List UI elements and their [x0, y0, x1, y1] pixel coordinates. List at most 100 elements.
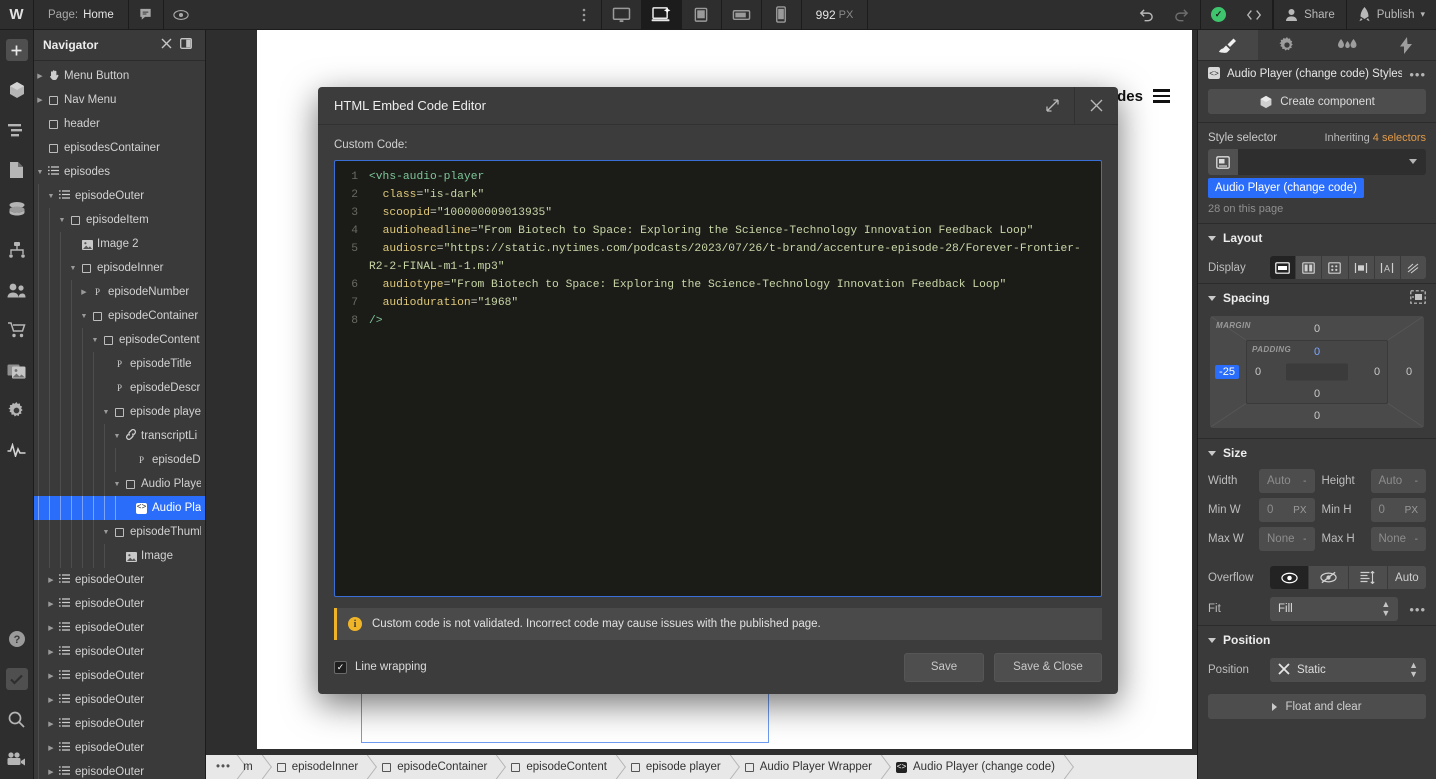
publish-button[interactable]: Publish ▾: [1345, 0, 1436, 29]
display-none-option[interactable]: [1401, 256, 1426, 279]
rail-pages[interactable]: [0, 150, 34, 190]
overflow-auto-option[interactable]: Auto: [1388, 566, 1426, 589]
margin-left-value[interactable]: -25: [1215, 365, 1239, 379]
share-button[interactable]: Share: [1273, 0, 1346, 29]
rail-add-elements[interactable]: [0, 30, 34, 70]
code-brackets-icon[interactable]: [1236, 0, 1272, 29]
comment-icon[interactable]: [129, 0, 164, 29]
navigator-item-episodeouter[interactable]: ▶ episodeOuter: [34, 736, 205, 760]
overflow-scroll-option[interactable]: [1349, 566, 1388, 589]
overflow-visible-option[interactable]: [1270, 566, 1310, 589]
display-block-option[interactable]: [1270, 256, 1297, 279]
rail-ecommerce[interactable]: [0, 310, 34, 350]
navigator-item-nav-menu[interactable]: ▶ Nav Menu: [34, 88, 205, 112]
tab-settings[interactable]: [1258, 30, 1318, 60]
line-wrapping-checkbox[interactable]: ✓ Line wrapping: [334, 660, 894, 674]
more-horizontal-icon[interactable]: •••: [1409, 67, 1426, 82]
breadcrumb-item[interactable]: episodeContainer: [369, 755, 498, 779]
navigator-item-episodedescr[interactable]: PepisodeDescr: [34, 376, 205, 400]
padding-left-value[interactable]: 0: [1255, 366, 1261, 378]
page-selector[interactable]: Page: Home: [34, 0, 129, 29]
undo-icon[interactable]: [1128, 0, 1164, 29]
close-icon[interactable]: [1074, 87, 1118, 124]
device-tablet[interactable]: [682, 0, 722, 29]
display-inline-block-option[interactable]: [1349, 256, 1375, 279]
navigator-item-episodeouter[interactable]: ▶ episodeOuter: [34, 688, 205, 712]
rail-interactions[interactable]: [0, 430, 34, 470]
device-mobile-portrait[interactable]: [762, 0, 802, 29]
create-component-button[interactable]: Create component: [1208, 89, 1426, 114]
more-vertical-icon[interactable]: [568, 0, 602, 29]
tab-style-manager[interactable]: [1317, 30, 1377, 60]
navigator-item-episodenumber[interactable]: ▶ PepisodeNumber: [34, 280, 205, 304]
position-select[interactable]: Static ▲ ▼: [1270, 658, 1426, 682]
width-input[interactable]: Auto -: [1259, 469, 1315, 493]
code-line-text[interactable]: class="is-dark": [369, 186, 1101, 204]
navigator-item-episode-playe[interactable]: ▼ episode playe: [34, 400, 205, 424]
navigator-item-header[interactable]: header: [34, 112, 205, 136]
check-circle-icon[interactable]: ✓: [1201, 0, 1236, 29]
breadcrumb-item[interactable]: Audio Player Wrapper: [732, 755, 883, 779]
maxw-input[interactable]: None -: [1259, 527, 1315, 551]
close-icon[interactable]: [156, 38, 176, 52]
breadcrumb-item[interactable]: episodeContent: [498, 755, 618, 779]
padding-top-value[interactable]: 0: [1314, 346, 1320, 358]
rail-search[interactable]: [0, 699, 34, 739]
section-position[interactable]: Position: [1198, 626, 1436, 654]
rail-logic[interactable]: [0, 230, 34, 270]
section-size[interactable]: Size: [1198, 439, 1436, 467]
minh-input[interactable]: 0 PX: [1370, 498, 1426, 522]
hamburger-icon[interactable]: [1153, 89, 1170, 103]
padding-bottom-value[interactable]: 0: [1314, 388, 1320, 400]
section-spacing[interactable]: Spacing: [1198, 284, 1436, 312]
float-and-clear-toggle[interactable]: Float and clear: [1208, 694, 1426, 719]
device-desktop-base[interactable]: [641, 0, 682, 29]
navigator-item-episodetitle[interactable]: PepisodeTitle: [34, 352, 205, 376]
expand-diagonal-icon[interactable]: [1030, 87, 1074, 124]
rail-settings[interactable]: [0, 390, 34, 430]
breadcrumb-item[interactable]: <> Audio Player (change code): [883, 755, 1066, 779]
breadcrumb-item[interactable]: m: [239, 755, 264, 779]
panel-toggle-icon[interactable]: [176, 38, 196, 52]
code-line-text[interactable]: audioheadline="From Biotech to Space: Ex…: [369, 222, 1101, 240]
rail-audit[interactable]: [0, 659, 34, 699]
display-flex-option[interactable]: [1296, 256, 1323, 279]
navigator-item-episodeouter[interactable]: ▶ episodeOuter: [34, 640, 205, 664]
breadcrumb-item[interactable]: episodeInner: [264, 755, 370, 779]
selector-chip[interactable]: Audio Player (change code): [1208, 178, 1364, 198]
navigator-item-episodethumbn[interactable]: ▼episodeThumbn: [34, 520, 205, 544]
code-line-text[interactable]: audiotype="From Biotech to Space: Explor…: [369, 276, 1101, 294]
more-horizontal-icon[interactable]: •••: [1406, 602, 1426, 617]
margin-top-value[interactable]: 0: [1314, 323, 1320, 335]
fit-select[interactable]: Fill ▲ ▼: [1270, 597, 1399, 621]
padding-right-value[interactable]: 0: [1374, 366, 1380, 378]
redo-icon[interactable]: [1164, 0, 1200, 29]
rail-navigator[interactable]: [0, 110, 34, 150]
navigator-item-episodeitem[interactable]: ▼ episodeItem: [34, 208, 205, 232]
overflow-hidden-option[interactable]: [1309, 566, 1349, 589]
margin-right-value[interactable]: 0: [1406, 366, 1412, 378]
rail-users[interactable]: [0, 270, 34, 310]
rail-help[interactable]: ?: [0, 619, 34, 659]
navigator-item-image-2[interactable]: Image 2: [34, 232, 205, 256]
code-line-text[interactable]: audiosrc="https://static.nytimes.com/pod…: [369, 240, 1101, 276]
device-mobile-landscape[interactable]: [722, 0, 762, 29]
tab-style[interactable]: [1198, 30, 1258, 60]
navigator-item-episodeouter[interactable]: ▼ episodeOuter: [34, 184, 205, 208]
rail-components[interactable]: [0, 70, 34, 110]
maxh-input[interactable]: None -: [1370, 527, 1426, 551]
navigator-item-menu-button[interactable]: ▶ Menu Button: [34, 64, 205, 88]
rail-video[interactable]: [0, 739, 34, 779]
navigator-item-episodeouter[interactable]: ▶ episodeOuter: [34, 712, 205, 736]
navigator-item-episodeouter[interactable]: ▶ episodeOuter: [34, 760, 205, 779]
rail-cms[interactable]: [0, 190, 34, 230]
webflow-logo[interactable]: W: [0, 0, 34, 29]
display-inline-option[interactable]: A: [1375, 256, 1401, 279]
display-grid-option[interactable]: [1322, 256, 1349, 279]
navigator-item-episodeouter[interactable]: ▶ episodeOuter: [34, 664, 205, 688]
navigator-item-episodescontainer[interactable]: episodesContainer: [34, 136, 205, 160]
code-line-text[interactable]: audioduration="1968": [369, 294, 1101, 312]
navigator-item-image[interactable]: Image: [34, 544, 205, 568]
save-and-close-button[interactable]: Save & Close: [994, 652, 1102, 682]
navigator-item-episodes[interactable]: ▼ episodes: [34, 160, 205, 184]
